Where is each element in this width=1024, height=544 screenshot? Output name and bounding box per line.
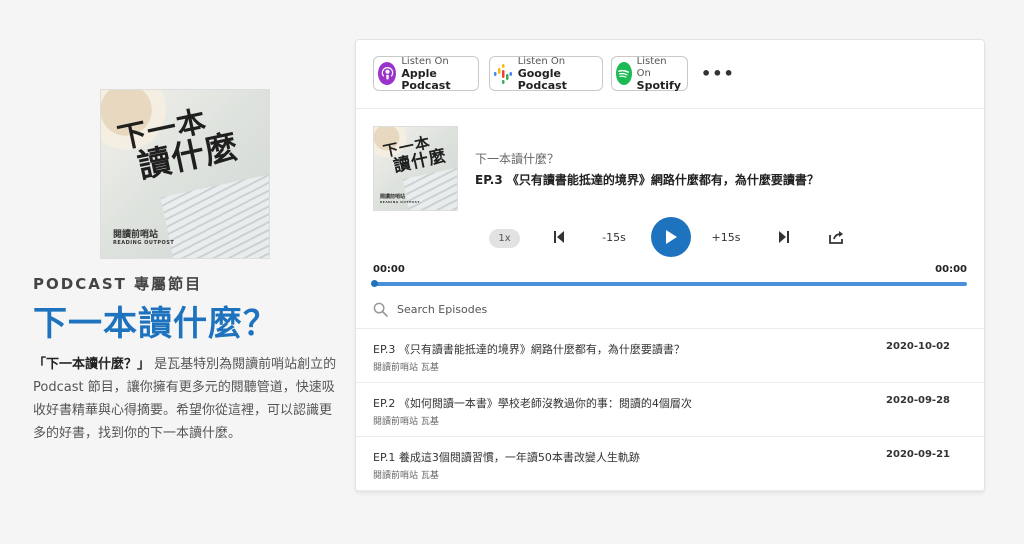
play-button[interactable] xyxy=(651,217,691,257)
search-input[interactable]: Search Episodes xyxy=(397,303,487,316)
playback-speed-button[interactable]: 1x xyxy=(489,229,520,248)
episode-list: EP.3 《只有讀書能抵達的境界》網路什麼都有，為什麼要讀書？ 閱讀前哨站 瓦基… xyxy=(356,328,984,491)
progress-bar[interactable] xyxy=(371,280,967,287)
episode-item[interactable]: EP.2 《如何閱讀一本書》學校老師沒教過你的事：閱讀的4個層次 閱讀前哨站 瓦… xyxy=(356,383,984,437)
episode-item[interactable]: EP.3 《只有讀書能抵達的境界》網路什麼都有，為什麼要讀書？ 閱讀前哨站 瓦基… xyxy=(356,329,984,383)
current-time: 00:00 xyxy=(373,264,405,275)
section-kicker: PODCAST 專屬節目 xyxy=(33,275,203,293)
listen-google-podcast-button[interactable]: Listen On Google Podcast xyxy=(489,56,603,91)
play-icon xyxy=(666,230,677,244)
episode-date: 2020-10-02 xyxy=(886,341,950,352)
spotify-icon xyxy=(616,62,632,85)
listen-apple-podcast-button[interactable]: Listen On Apple Podcast xyxy=(373,56,479,91)
previous-episode-icon[interactable] xyxy=(549,217,569,257)
episode-title: EP.1 養成這3個閱讀習慣，一年讀50本書改變人生軌跡 xyxy=(373,451,640,464)
episode-date: 2020-09-21 xyxy=(886,449,950,460)
rewind-15-button[interactable]: -15s xyxy=(599,217,629,257)
episode-title: EP.3 《只有讀書能抵達的境界》網路什麼都有，為什麼要讀書？ xyxy=(373,343,685,356)
listen-on-bar: Listen On Apple Podcast Listen On Google P… xyxy=(356,40,984,109)
cover-logo: 閱讀前哨站 READING OUTPOST xyxy=(113,230,175,246)
google-podcast-icon xyxy=(494,62,513,85)
podcast-cover-image: 下一本 讀什麼 閱讀前哨站 READING OUTPOST xyxy=(100,89,270,259)
show-description: 「下一本讀什麼？」 是瓦基特別為閱讀前哨站創立的 Podcast 節目，讓你擁有… xyxy=(33,357,337,441)
search-icon xyxy=(373,302,388,317)
episode-item[interactable]: EP.1 養成這3個閱讀習慣，一年讀50本書改變人生軌跡 閱讀前哨站 瓦基 20… xyxy=(356,437,984,491)
next-episode-icon[interactable] xyxy=(774,217,794,257)
more-options-button[interactable]: ••• xyxy=(701,64,735,83)
page-title: 下一本讀什麼？ xyxy=(33,304,278,344)
share-icon[interactable] xyxy=(827,217,847,257)
progress-handle[interactable] xyxy=(371,280,378,287)
episode-author: 閱讀前哨站 瓦基 xyxy=(373,363,439,373)
episode-date: 2020-09-28 xyxy=(886,395,950,406)
forward-15-button[interactable]: +15s xyxy=(711,217,741,257)
podcast-player: Listen On Apple Podcast Listen On Google P… xyxy=(355,39,985,492)
total-time: 00:00 xyxy=(935,264,967,275)
episode-title: EP.2 《如何閱讀一本書》學校老師沒教過你的事：閱讀的4個層次 xyxy=(373,397,692,410)
episode-author: 閱讀前哨站 瓦基 xyxy=(373,471,439,481)
now-playing-cover: 下一本 讀什麼 閱讀前哨站 READING OUTPOST xyxy=(373,126,458,211)
episode-author: 閱讀前哨站 瓦基 xyxy=(373,417,439,427)
apple-podcast-icon xyxy=(378,62,397,85)
now-playing-episode-title: EP.3 《只有讀書能抵達的境界》網路什麼都有，為什麼要讀書？ xyxy=(475,173,819,187)
now-playing-show-title: 下一本讀什麼？ xyxy=(475,152,560,166)
episode-search[interactable]: Search Episodes xyxy=(373,299,487,319)
listen-spotify-button[interactable]: Listen On Spotify xyxy=(611,56,688,91)
